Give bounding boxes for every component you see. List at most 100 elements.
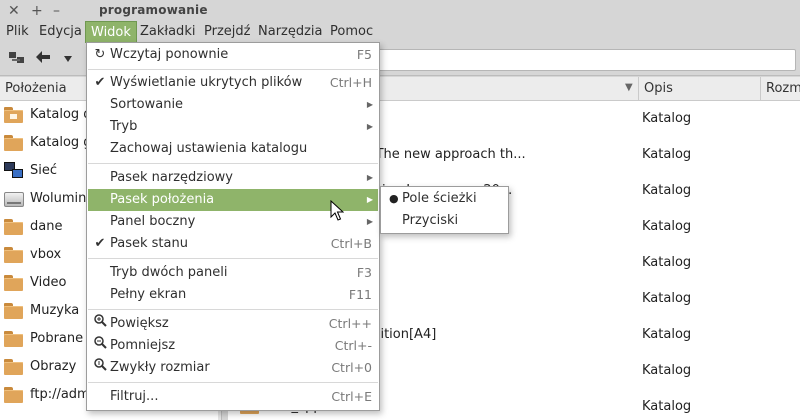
menu-item-zoom-in[interactable]: Powiększ Ctrl++ [88,313,378,335]
submenu-arrow-icon: ▶ [366,100,373,109]
menu-item-label: Pasek położenia [110,192,215,207]
shortcut-label: F3 [356,265,372,280]
shortcut-label: Ctrl++ [328,316,372,331]
radio-selected-icon: ● [389,192,399,205]
shortcut-label: F5 [356,47,372,62]
menu-item-show-hidden[interactable]: ✔ Wyświetlanie ukrytych plików Ctrl+H [88,72,378,94]
sidebar-item-label: ftp://adm [30,387,90,402]
check-icon: ✔ [94,236,106,251]
title-bar: ✕ + – programowanie [0,0,800,22]
menu-separator [88,163,378,164]
submenu-item-label: Przyciski [402,213,459,228]
menu-item-label: Sortowanie [110,97,184,112]
zoom-original-icon [92,357,108,379]
submenu-item-path-field[interactable]: ● Pole ścieżki [382,188,507,210]
menu-item-zoom-out[interactable]: Pomniejsz Ctrl+- [88,335,378,357]
minimize-icon[interactable]: – [53,2,60,20]
file-description: Katalog [642,291,692,306]
menu-przejdz[interactable]: Przejdź [199,21,255,43]
sidebar-item-label: Sieć [30,163,58,178]
zoom-in-icon [92,313,108,335]
file-description: Katalog [642,111,692,126]
view-menu: ↻ Wczytaj ponownie F5 ✔ Wyświetlanie ukr… [86,42,380,411]
menu-item-toolbar[interactable]: Pasek narzędziowy ▶ [88,167,378,189]
drive-icon [4,192,24,207]
folder-icon [4,359,23,375]
menu-item-status-bar[interactable]: ✔ Pasek stanu Ctrl+B [88,233,378,255]
window-title: programowanie [99,3,208,17]
column-description[interactable]: Opis [638,77,760,101]
menu-item-dual-pane[interactable]: Tryb dwóch paneli F3 [88,262,378,284]
menu-item-label: Wyświetlanie ukrytych plików [110,75,303,90]
sidebar-item-label: Pobrane [30,331,84,346]
submenu-arrow-icon: ▶ [366,122,373,131]
menu-item-label: Pomniejsz [110,338,176,353]
shortcut-label: Ctrl+B [330,236,372,251]
network-icon[interactable] [9,51,25,69]
shortcut-label: Ctrl+E [331,389,372,404]
sort-arrow-icon[interactable]: ▼ [625,82,633,93]
menu-widok[interactable]: Widok [85,21,137,43]
file-description: Katalog [642,147,692,162]
menu-item-label: Pasek narzędziowy [110,170,233,185]
menu-separator [88,309,378,310]
shortcut-label: Ctrl+0 [331,360,372,375]
menu-item-mode[interactable]: Tryb ▶ [88,116,378,138]
menu-item-label: Tryb [110,119,138,134]
sidebar-item-label: Wolumin [30,191,87,206]
mouse-cursor-icon [330,200,344,221]
menu-item-label: Tryb dwóch paneli [110,265,228,280]
menu-plik[interactable]: Plik [1,21,34,43]
menu-item-label: Panel boczny [110,214,196,229]
check-icon: ✔ [94,75,106,90]
file-description: Katalog [642,255,692,270]
submenu-arrow-icon: ▶ [366,173,373,182]
submenu-item-label: Pole ścieżki [402,191,477,206]
submenu-arrow-icon: ▶ [366,217,373,226]
file-description: Katalog [642,327,692,342]
menu-item-filter[interactable]: Filtruj... Ctrl+E [88,386,378,408]
dropdown-arrow-icon[interactable] [64,51,72,66]
shortcut-label: F11 [348,287,372,302]
file-description: Katalog [642,219,692,234]
shortcut-label: Ctrl+- [334,338,372,353]
menu-separator [88,69,378,70]
menu-bar: Plik Edycja Widok Zakładki Przejdź Narzę… [0,21,800,43]
folder-icon [4,135,23,151]
menu-separator [88,258,378,259]
menu-item-label: Wczytaj ponownie [110,47,229,62]
menu-separator [88,382,378,383]
menu-narzedzia[interactable]: Narzędzia [253,21,328,43]
menu-item-fullscreen[interactable]: Pełny ekran F11 [88,284,378,306]
add-icon[interactable]: + [31,2,43,20]
shortcut-label: Ctrl+H [329,75,372,90]
menu-item-label: Pasek stanu [110,236,188,251]
menu-pomoc[interactable]: Pomoc [325,21,378,43]
sidebar-item-label: Obrazy [30,359,77,374]
menu-edycja[interactable]: Edycja [34,21,87,43]
sidebar-item-label: Katalog g [30,135,92,150]
menu-item-reload[interactable]: ↻ Wczytaj ponownie F5 [88,44,378,66]
menu-item-label: Zachowaj ustawienia katalogu [110,141,308,156]
sidebar-item-label: Katalog d [30,107,92,122]
sidebar-item-label: vbox [30,247,62,262]
menu-item-normal-size[interactable]: Zwykły rozmiar Ctrl+0 [88,357,378,379]
column-size[interactable]: Rozmi [760,77,800,101]
folder-icon [4,275,23,291]
close-icon[interactable]: ✕ [8,2,20,20]
back-arrow-icon[interactable] [36,51,50,67]
sidebar-item-label: dane [30,219,63,234]
folder-icon [4,387,23,403]
file-description: Katalog [642,183,692,198]
folder-icon [4,219,23,235]
menu-item-label: Zwykły rozmiar [110,360,210,375]
location-bar-submenu: ● Pole ścieżki Przyciski [380,186,509,234]
menu-item-sort[interactable]: Sortowanie ▶ [88,94,378,116]
folder-icon [4,247,23,263]
submenu-item-buttons[interactable]: Przyciski [382,210,507,232]
folder-icon [4,303,23,319]
menu-zakladki[interactable]: Zakładki [135,21,200,43]
submenu-arrow-icon: ▶ [366,195,373,204]
menu-item-save-folder-settings[interactable]: Zachowaj ustawienia katalogu [88,138,378,160]
sidebar-item-label: Video [30,275,67,290]
